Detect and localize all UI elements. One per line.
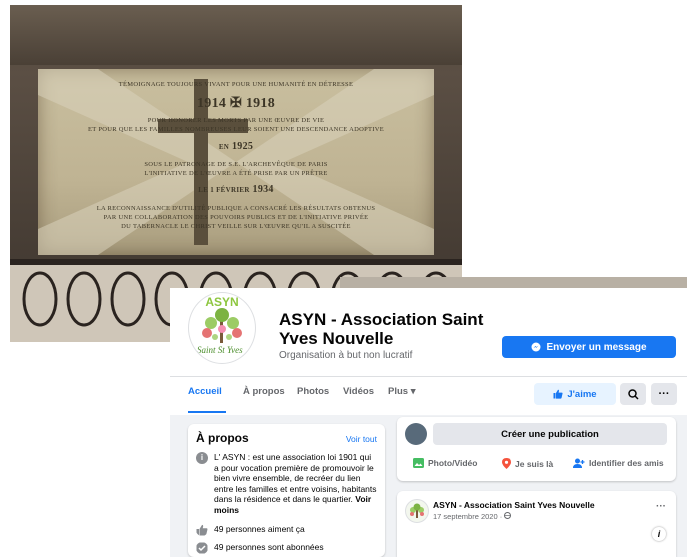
plaque-line-2: POUR HONORER LES MORTS PAR UNE ŒUVRE DE … [147, 117, 325, 124]
about-description: i L' ASYN : est une association loi 1901… [196, 452, 378, 516]
about-title: À propos [196, 431, 249, 445]
about-card: À propos Voir tout i L' ASYN : est une a… [188, 424, 385, 557]
tag-friends-icon [573, 458, 585, 468]
tab-home[interactable]: Accueil [188, 386, 222, 397]
post-author-avatar[interactable] [405, 499, 429, 523]
plaque-line-8: DU TABERNACLE LE CHRIST VEILLE SUR L'ŒUV… [121, 223, 351, 230]
page-tabs: Accueil À propos Photos Vidéos Plus ▾ J'… [170, 376, 687, 415]
tab-more[interactable]: Plus ▾ [388, 386, 415, 397]
memorial-plaque: TÉMOIGNAGE TOUJOURS VIVANT POUR UNE HUMA… [38, 69, 434, 255]
likes-count: 49 personnes aiment ça [214, 524, 305, 534]
plaque-line-7: PAR UNE COLLABORATION DES POUVOIRS PUBLI… [103, 214, 369, 221]
tab-about[interactable]: À propos [243, 386, 285, 397]
description-text: L' ASYN : est une association loi 1901 q… [214, 452, 377, 504]
plaque-line-3: ET POUR QUE LES FAMILLES NOMBREUSES LEUR… [87, 126, 385, 133]
see-all-link[interactable]: Voir tout [346, 434, 377, 444]
plaque-year-2: EN 1925 [218, 141, 254, 152]
photo-video-button[interactable]: Photo/Vidéo [413, 458, 477, 468]
search-page-button[interactable] [620, 383, 646, 405]
more-options-button[interactable]: ··· [651, 383, 677, 405]
thumbs-up-icon [196, 524, 208, 536]
facebook-page: ASYN Saint St Yves ASYN - Association Sa… [170, 288, 687, 557]
like-page-button[interactable]: J'aime [534, 383, 616, 405]
like-label: J'aime [567, 388, 597, 400]
plaque-years-1: 1914 ✠ 1918 [196, 96, 276, 111]
check-in-button[interactable]: Je suis là [502, 458, 553, 469]
check-in-label: Je suis là [515, 458, 554, 469]
create-post-button[interactable]: Créer une publication [433, 423, 667, 445]
thumbs-up-icon [553, 389, 563, 399]
search-icon [627, 388, 639, 400]
photo-video-label: Photo/Vidéo [428, 458, 478, 468]
post-author-name[interactable]: ASYN - Association Saint Yves Nouvelle [433, 500, 595, 510]
send-message-label: Envoyer un message [546, 341, 647, 353]
photo-ceiling [10, 5, 462, 65]
messenger-icon [531, 342, 541, 352]
tab-videos[interactable]: Vidéos [343, 386, 374, 397]
more-icon: ··· [658, 388, 670, 400]
tab-photos[interactable]: Photos [297, 386, 329, 397]
info-icon: i [196, 452, 208, 464]
page-avatar[interactable]: ASYN Saint St Yves [188, 292, 256, 364]
about-followers: 49 personnes sont abonnées [196, 542, 378, 554]
photo-icon [413, 458, 424, 468]
active-tab-indicator [188, 411, 226, 413]
location-pin-icon [502, 458, 511, 469]
plaque-year-3: LE 1 FÉVRIER 1934 [198, 184, 274, 195]
followers-count: 49 personnes sont abonnées [214, 542, 324, 552]
post-date[interactable]: 17 septembre 2020 · [433, 512, 512, 521]
user-avatar[interactable] [405, 423, 427, 445]
plaque-line-4: SOUS LE PATRONAGE DE S.E. L'ARCHEVÊQUE D… [144, 161, 328, 168]
about-likes: 49 personnes aiment ça [196, 524, 378, 536]
plaque-line-1: TÉMOIGNAGE TOUJOURS VIVANT POUR UNE HUMA… [118, 81, 354, 88]
plaque-line-6: LA RECONNAISSANCE D'UTILITÉ PUBLIQUE A C… [96, 205, 376, 212]
page-title: ASYN - Association Saint Yves Nouvelle [279, 310, 484, 348]
tree-logo-icon [410, 503, 424, 518]
globe-icon [504, 512, 512, 519]
tag-friends-button[interactable]: Identifier des amis [573, 458, 664, 468]
post-more-icon[interactable]: ··· [656, 501, 666, 512]
create-post-card: Créer une publication Photo/Vidéo Je sui… [397, 417, 676, 481]
followers-icon [196, 542, 208, 554]
logo-signature: Saint St Yves [197, 345, 243, 355]
plaque-line-5: L'INITIATIVE DE L'ŒUVRE A ÉTÉ PRISE PAR … [144, 170, 328, 177]
page-header: ASYN Saint St Yves ASYN - Association Sa… [170, 288, 687, 376]
post-card: ASYN - Association Saint Yves Nouvelle 1… [397, 491, 676, 557]
page-category: Organisation à but non lucratif [279, 350, 413, 361]
tag-friends-label: Identifier des amis [589, 458, 664, 468]
send-message-button[interactable]: Envoyer un message [502, 336, 676, 358]
info-icon[interactable]: i [652, 527, 666, 541]
